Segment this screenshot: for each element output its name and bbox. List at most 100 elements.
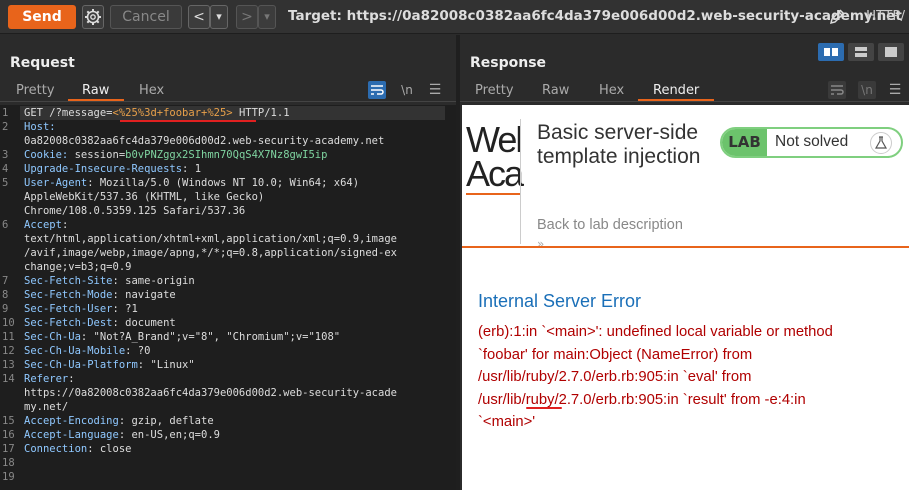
back-to-lab-link[interactable]: Back to lab description — [537, 217, 683, 233]
back-history-dropdown[interactable]: ▾ — [210, 5, 228, 29]
forward-history-dropdown[interactable]: ▾ — [258, 5, 276, 29]
code-text: GET /?message= — [24, 107, 113, 119]
send-button[interactable]: Send — [8, 5, 76, 29]
line-number: 17 — [2, 443, 15, 455]
header-name: Host: — [24, 121, 56, 133]
request-tab-hex[interactable]: Hex — [139, 83, 164, 98]
request-line: 6 Accept: — [0, 218, 456, 232]
lab-status-text: Not solved — [775, 133, 849, 150]
word-wrap-icon — [831, 85, 844, 95]
line-number: 12 — [2, 345, 15, 357]
columns-icon — [824, 48, 838, 56]
layout-tabs-button[interactable] — [878, 43, 904, 61]
code-text: /avif,image/webp,image/apng,*/*;q=0.8,ap… — [24, 247, 397, 259]
chevron-down-icon: ▾ — [264, 10, 270, 23]
line-number: 10 — [2, 317, 15, 329]
request-title: Request — [10, 55, 75, 71]
back-button[interactable]: < — [188, 5, 210, 29]
logo-text-line2: Aca — [466, 153, 524, 194]
code-text: Chrome/108.0.5359.125 Safari/537.36 — [24, 205, 246, 217]
response-show-newlines-toggle[interactable]: \n — [858, 81, 876, 99]
line-number: 1 — [2, 107, 9, 119]
layout-top-bottom-button[interactable] — [848, 43, 874, 61]
request-line: AppleWebKit/537.36 (KHTML, like Gecko) — [0, 190, 456, 204]
code-text: : Mozilla/5.0 (Windows NT 10.0; Win64; x… — [87, 177, 360, 189]
line-code: Chrome/108.0.5359.125 Safari/537.36 — [24, 204, 245, 218]
line-code: https://0a82008c0382aa6fc4da379e006d00d2… — [24, 386, 397, 400]
header-name: Referer — [24, 373, 69, 385]
response-word-wrap-toggle[interactable] — [828, 81, 846, 99]
gear-icon — [85, 9, 101, 25]
request-line: 14 Referer: — [0, 372, 456, 386]
single-pane-icon — [885, 47, 897, 57]
edit-target-button[interactable] — [826, 6, 848, 28]
code-text: : close — [87, 443, 132, 455]
cancel-button[interactable]: Cancel — [110, 5, 182, 29]
request-line: https://0a82008c0382aa6fc4da379e006d00d2… — [0, 386, 456, 400]
request-line: Chrome/108.0.5359.125 Safari/537.36 — [0, 204, 456, 218]
line-number: 4 — [2, 163, 9, 175]
line-code: Connection: close — [24, 442, 131, 456]
request-line: 19 — [0, 470, 456, 484]
response-tab-pretty[interactable]: Pretty — [475, 83, 514, 98]
request-word-wrap-toggle[interactable] — [368, 81, 386, 99]
line-number: 7 — [2, 275, 9, 287]
request-tab-pretty[interactable]: Pretty — [16, 83, 55, 98]
logo-accent-bar — [466, 193, 520, 195]
header-orange-rule — [462, 246, 909, 248]
response-menu-button[interactable]: ☰ — [886, 81, 904, 99]
line-number: 3 — [2, 149, 9, 161]
header-name: Sec-Fetch-Mode — [24, 289, 113, 301]
request-tab-raw[interactable]: Raw — [82, 83, 109, 98]
flask-icon — [870, 132, 892, 154]
cookie-value: b0vPNZggx2SIhmn70QqS4X7Nz8gwI5ip — [125, 149, 328, 161]
request-line: 9 Sec-Fetch-User: ?1 — [0, 302, 456, 316]
request-line: 8 Sec-Fetch-Mode: navigate — [0, 288, 456, 302]
header-name: Sec-Ch-Ua-Mobile — [24, 345, 126, 357]
repeater-toolbar: Send Cancel < ▾ > ▾ Target: https://0a82… — [0, 0, 909, 34]
error-line: `foobar' for main:Object (NameError) fro… — [478, 346, 753, 363]
code-text: : document — [112, 317, 176, 329]
request-editor[interactable]: 1 GET /?message=<%25%3d+foobar+%25> HTTP/… — [0, 105, 456, 490]
request-show-newlines-toggle[interactable]: \n — [398, 81, 416, 99]
layout-side-by-side-button[interactable] — [818, 43, 844, 61]
hamburger-icon: ☰ — [888, 82, 902, 98]
line-code: Referer: — [24, 372, 75, 386]
code-text: : gzip, deflate — [118, 415, 214, 427]
http-version-label[interactable]: HTTP/ — [866, 8, 905, 24]
line-number: 19 — [2, 471, 15, 483]
response-tab-raw[interactable]: Raw — [542, 83, 569, 98]
code-text: : ?1 — [112, 303, 138, 315]
ruby-annotation-underline — [526, 407, 562, 409]
header-divider — [520, 119, 521, 244]
header-name: Sec-Ch-Ua-Platform — [24, 359, 138, 371]
header-name: Sec-Fetch-User — [24, 303, 113, 315]
request-menu-button[interactable]: ☰ — [426, 81, 444, 99]
code-text: session= — [74, 149, 126, 161]
request-line: 10 Sec-Fetch-Dest: document — [0, 316, 456, 330]
settings-button[interactable] — [82, 5, 104, 29]
request-line: 0a82008c0382aa6fc4da379e006d00d2.web-sec… — [0, 134, 456, 148]
line-code: GET /?message=<%25%3d+foobar+%25> HTTP/1… — [24, 106, 290, 120]
request-line: 12 Sec-Ch-Ua-Mobile: ?0 — [0, 344, 456, 358]
error-message: (erb):1:in `<main>': undefined local var… — [478, 321, 898, 434]
code-text: : — [68, 373, 75, 385]
code-text: HTTP/1.1 — [232, 107, 290, 119]
line-number: 13 — [2, 359, 15, 371]
line-number: 16 — [2, 429, 15, 441]
code-text: : "Linux" — [137, 359, 195, 371]
header-name: Cookie: — [24, 149, 75, 161]
request-line: 17 Connection: close — [0, 442, 456, 456]
rows-icon — [855, 47, 867, 57]
code-text: : 1 — [182, 163, 202, 175]
request-line: 3 Cookie: session=b0vPNZggx2SIhmn70QqS4X7… — [0, 148, 456, 162]
code-text: : "Not?A_Brand";v="8", "Chromium";v="108… — [80, 331, 341, 343]
response-tab-render[interactable]: Render — [653, 83, 699, 98]
response-tab-hex[interactable]: Hex — [599, 83, 624, 98]
header-name: Accept — [24, 219, 62, 231]
line-code: Sec-Ch-Ua: "Not?A_Brand";v="8", "Chromiu… — [24, 330, 340, 344]
forward-button[interactable]: > — [236, 5, 258, 29]
response-panel: Response Pretty Raw Hex Render \n ☰ Wel … — [460, 35, 909, 490]
header-name: Upgrade-Insecure-Requests — [24, 163, 183, 175]
line-code: Sec-Fetch-Dest: document — [24, 316, 176, 330]
